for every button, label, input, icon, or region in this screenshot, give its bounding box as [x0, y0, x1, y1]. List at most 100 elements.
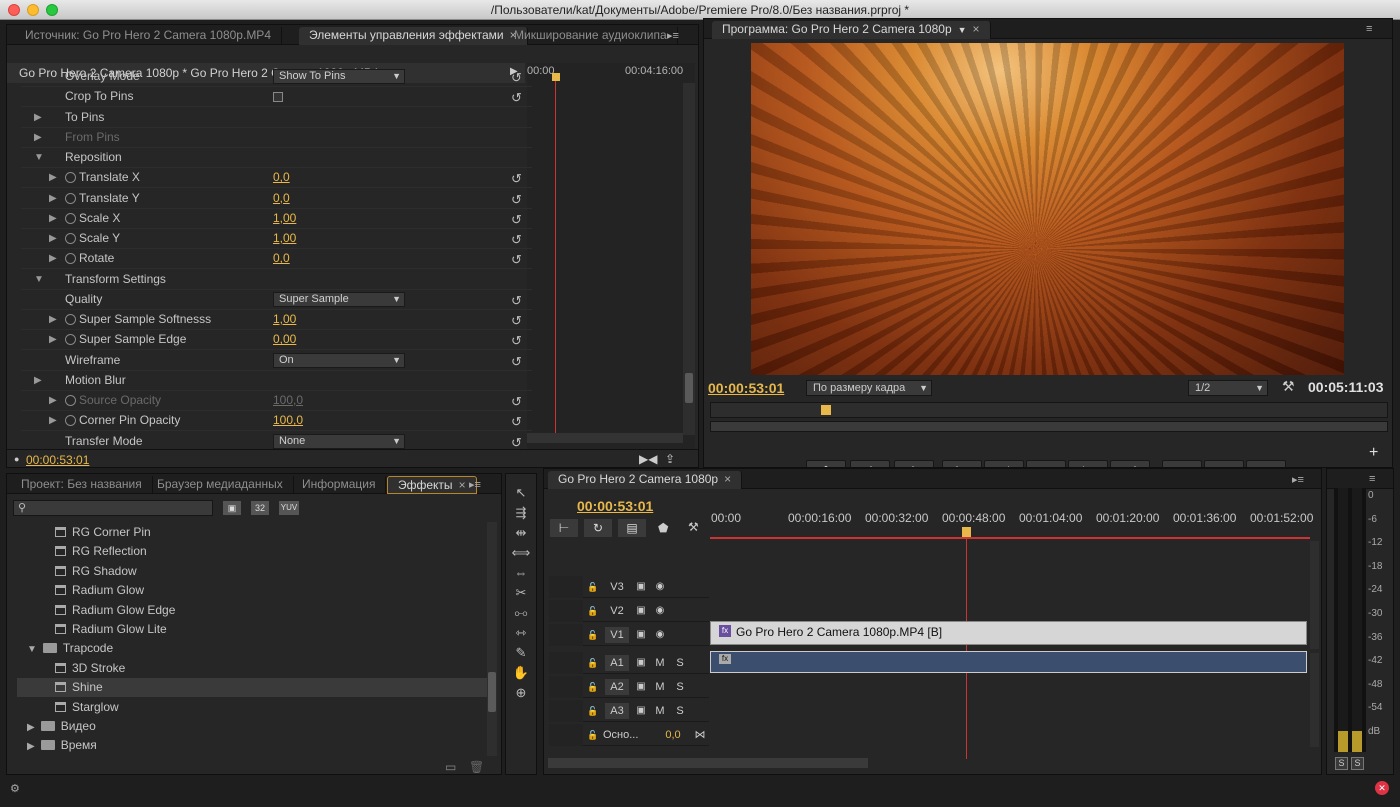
tab-program[interactable]: Программа: Go Pro Hero 2 Camera 1080p ▼ ×	[712, 21, 991, 39]
effect-mini-timeline[interactable]: 00:00 00:04:16:00	[527, 63, 695, 463]
timeline-timecode[interactable]: 00:00:53:01	[577, 498, 653, 514]
tab-effect-controls[interactable]: Элементы управления эффектами ×	[299, 27, 528, 45]
effects-folder[interactable]: ▶ Время	[17, 736, 489, 755]
reset-icon[interactable]: ↺	[511, 250, 522, 269]
slip-tool-icon[interactable]: ⧟	[508, 603, 534, 623]
playhead-marker-icon[interactable]	[552, 73, 560, 81]
film-icon[interactable]: ▣	[635, 579, 647, 595]
effects-item[interactable]: RG Corner Pin	[17, 523, 489, 542]
lock-icon[interactable]: 🔓	[587, 603, 599, 619]
settings-icon[interactable]: ⚙	[10, 782, 20, 795]
add-marker-button[interactable]: ⬟	[806, 460, 846, 467]
stopwatch-icon[interactable]	[65, 233, 76, 244]
effects-item[interactable]: Starglow	[17, 698, 489, 717]
go-to-end-icon[interactable]: ⋈	[693, 727, 707, 743]
pen-tool-icon[interactable]: ✎	[508, 643, 534, 663]
reset-icon[interactable]: ↺	[511, 352, 522, 371]
crop-checkbox[interactable]	[273, 92, 283, 103]
solo-button[interactable]: S	[674, 703, 686, 719]
effect-row[interactable]: ▶ Corner Pin Opacity 100,0 ↺	[21, 411, 532, 432]
effect-row[interactable]: ▶ To Pins	[21, 108, 532, 128]
tab-audio-mixer[interactable]: Микширование аудиоклипа	[504, 27, 678, 45]
twirl-closed-icon[interactable]: ▶	[34, 128, 42, 147]
mic-icon[interactable]: ▣	[635, 655, 647, 671]
step-back-button[interactable]: ◀|	[984, 460, 1024, 467]
hand-tool-icon[interactable]: ✋	[508, 663, 534, 683]
slide-tool-icon[interactable]: ⇿	[508, 623, 534, 643]
chevron-down-icon[interactable]: ▼	[958, 25, 967, 35]
reset-icon[interactable]: ↺	[511, 412, 522, 431]
error-icon[interactable]: ✕	[1375, 781, 1389, 795]
twirl-closed-icon[interactable]: ▶	[49, 411, 57, 430]
track-select-icon[interactable]: ⇶	[508, 503, 534, 523]
program-time-ruler[interactable]	[710, 402, 1388, 418]
twirl-closed-icon[interactable]: ▶	[49, 391, 57, 410]
effect-property-value[interactable]: 100,0	[273, 391, 303, 410]
wrench-icon[interactable]: ⚒	[1282, 378, 1295, 395]
track-name[interactable]: A2	[605, 679, 629, 695]
solo-button[interactable]: S	[674, 655, 686, 671]
reset-icon[interactable]: ↺	[511, 392, 522, 411]
master-volume-value[interactable]: 0,0	[661, 727, 685, 743]
twirl-closed-icon[interactable]: ▶	[27, 741, 35, 752]
mini-timeline-hscroll[interactable]	[527, 433, 683, 443]
twirl-closed-icon[interactable]: ▶	[49, 209, 57, 228]
extract-button[interactable]: ⊟	[1204, 460, 1244, 467]
close-tab-icon[interactable]: ×	[973, 22, 980, 36]
effects-search-input[interactable]: ⚲	[13, 500, 213, 516]
twirl-closed-icon[interactable]: ▶	[49, 330, 57, 349]
ripple-edit-icon[interactable]: ⇹	[508, 523, 534, 543]
tab-project[interactable]: Проект: Без названия	[11, 476, 153, 494]
video-clip[interactable]: fx Go Pro Hero 2 Camera 1080p.MP4 [B]	[710, 621, 1307, 645]
reset-icon[interactable]: ↺	[511, 169, 522, 188]
trash-icon[interactable]: 🗑	[469, 760, 484, 774]
mark-out-button[interactable]: }	[894, 460, 934, 467]
new-bin-icon[interactable]: ▭	[445, 760, 456, 774]
tab-sequence[interactable]: Go Pro Hero 2 Camera 1080p ×	[548, 471, 743, 489]
panel-menu-icon[interactable]: ▸≡	[469, 478, 483, 491]
reset-icon[interactable]: ↺	[511, 230, 522, 249]
tab-source[interactable]: Источник: Go Pro Hero 2 Camera 1080p.MP4	[15, 27, 282, 45]
effect-dropdown[interactable]: Super Sample ▼	[273, 291, 405, 307]
tab-effects[interactable]: Эффекты ×	[387, 476, 477, 494]
eye-icon[interactable]: ◉	[654, 627, 666, 643]
32bit-effects-badge[interactable]: 32	[251, 501, 269, 515]
mic-icon[interactable]: ▣	[635, 679, 647, 695]
effect-property-value[interactable]: 0,00	[273, 330, 296, 349]
panel-menu-icon[interactable]: ▸≡	[1292, 473, 1306, 486]
program-zoom-bar[interactable]	[710, 421, 1388, 432]
stopwatch-icon[interactable]	[65, 395, 76, 406]
play-audio-icon[interactable]: ▶◀	[639, 452, 657, 466]
link-icon[interactable]: ↻	[584, 519, 612, 537]
lock-icon[interactable]: 🔓	[587, 703, 599, 719]
reset-icon[interactable]: ↺	[511, 311, 522, 330]
twirl-closed-icon[interactable]: ▶	[34, 108, 42, 127]
resolution-dropdown[interactable]: 1/2 ▼	[1188, 380, 1268, 396]
effects-scrollbar[interactable]	[487, 522, 497, 756]
track-name[interactable]: V1	[605, 627, 629, 643]
effect-row[interactable]: ▶ From Pins	[21, 128, 532, 148]
effect-row[interactable]: Quality Super Sample ▼ ↺	[21, 290, 532, 310]
effect-row[interactable]: Crop To Pins ↺	[21, 87, 532, 108]
playhead-marker-icon[interactable]	[821, 405, 831, 415]
effects-item[interactable]: Radium Glow Lite	[17, 620, 489, 639]
twirl-closed-icon[interactable]: ▶	[49, 310, 57, 329]
stopwatch-icon[interactable]	[65, 253, 76, 265]
effects-item[interactable]: Radium Glow Edge	[17, 601, 489, 620]
panel-menu-icon[interactable]: ▸≡	[667, 29, 681, 42]
effect-dropdown[interactable]: Show To Pins ▼	[273, 69, 405, 84]
reset-icon[interactable]: ↺	[511, 190, 522, 209]
effect-row[interactable]: ▶ Super Sample Softnesss 1,00 ↺	[21, 310, 532, 330]
eye-icon[interactable]: ◉	[654, 579, 666, 595]
film-icon[interactable]: ▣	[635, 627, 647, 643]
effect-property-value[interactable]: 1,00	[273, 310, 296, 329]
eye-icon[interactable]: ◉	[654, 603, 666, 619]
add-marker-icon[interactable]: ▤	[618, 519, 646, 537]
marker-icon[interactable]: ⬟	[658, 521, 668, 535]
effect-dropdown[interactable]: None ▼	[273, 433, 405, 449]
twirl-closed-icon[interactable]: ▶	[49, 168, 57, 187]
lock-icon[interactable]: 🔓	[587, 579, 599, 595]
effect-row[interactable]: ▶ Scale X 1,00 ↺	[21, 209, 532, 229]
mute-button[interactable]: M	[654, 655, 666, 671]
stopwatch-icon[interactable]	[65, 192, 76, 204]
